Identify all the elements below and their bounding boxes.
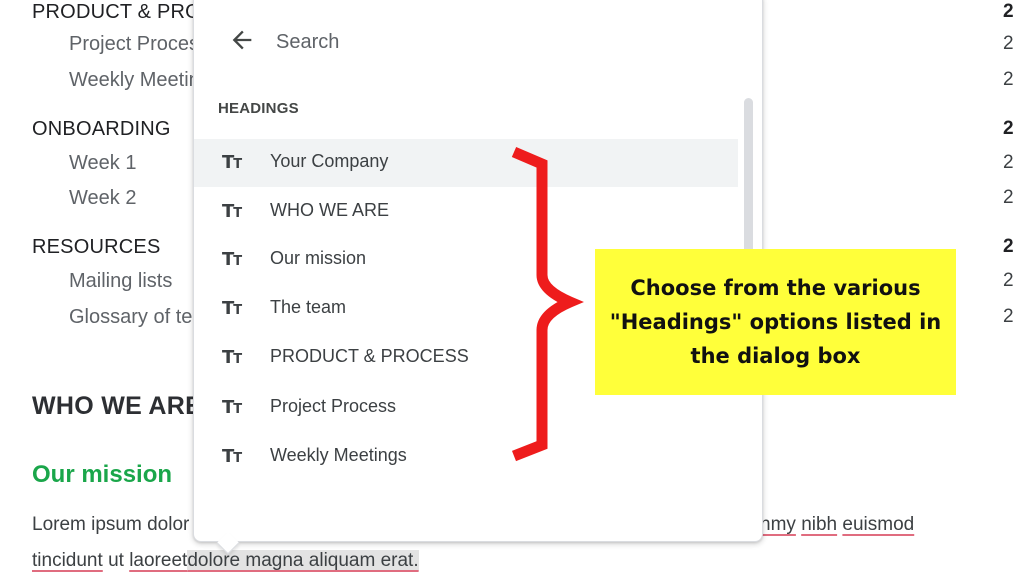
heading-option[interactable]: TT WHO WE ARE — [194, 188, 738, 236]
text-format-icon: TT — [222, 347, 242, 368]
outline-item-page: 2 — [1003, 306, 1014, 327]
heading-option[interactable]: TT Weekly Meetings — [194, 433, 738, 481]
headings-section-label: HEADINGS — [218, 100, 299, 117]
outline-item-page: 2 — [1003, 270, 1014, 291]
outline-item-label: Project Process — [69, 33, 210, 55]
heading-option[interactable]: TT Your Company — [194, 139, 738, 187]
outline-item-page: 2 — [1003, 152, 1014, 173]
heading-option-label: Our mission — [270, 248, 367, 268]
paragraph-line-1-end: nmy nibh euismod — [760, 514, 914, 536]
heading-option-label: Weekly Meetings — [270, 445, 407, 465]
callout-box: Choose from the various "Headings" optio… — [595, 249, 956, 395]
text-format-icon: TT — [222, 152, 242, 173]
text-format-icon: TT — [222, 201, 242, 222]
heading-option-label: WHO WE ARE — [270, 200, 390, 220]
outline-item-page: 2 — [1003, 118, 1014, 139]
search-input[interactable] — [276, 28, 716, 56]
misspelled-word[interactable]: tincidunt — [32, 550, 103, 571]
back-button[interactable] — [226, 26, 258, 58]
arrow-left-icon — [228, 26, 256, 59]
outline-item-label: RESOURCES — [32, 236, 161, 258]
outline-item-page: 2 — [1003, 33, 1014, 54]
heading-option-label: PRODUCT & PROCESS — [270, 346, 469, 366]
outline-item-page: 2 — [1003, 69, 1014, 90]
text-format-icon: TT — [222, 397, 242, 418]
outline-item-label: Week 1 — [69, 152, 137, 174]
selected-text[interactable]: dolore magna aliquam erat. — [187, 550, 419, 571]
document-heading: WHO WE ARE — [32, 392, 203, 420]
text-format-icon: TT — [222, 249, 242, 270]
heading-option-label: Project Process — [270, 396, 397, 416]
outline-item-label: Mailing lists — [69, 270, 173, 292]
outline-item-page: 2 — [1003, 236, 1014, 257]
misspelled-word[interactable]: nmy — [760, 514, 796, 535]
paragraph-word: ut — [108, 550, 124, 571]
misspelled-word[interactable]: euismod — [842, 514, 914, 535]
outline-item-page: 2 — [1003, 1, 1014, 22]
outline-item-page: 2 — [1003, 187, 1014, 208]
paragraph-line-2: tincidunt ut laoreetdolore magna aliquam… — [32, 550, 419, 572]
outline-item-label: ONBOARDING — [32, 118, 171, 140]
text-format-icon: TT — [222, 298, 242, 319]
heading-option-label: The team — [270, 297, 347, 317]
curly-brace-annotation — [511, 146, 584, 462]
heading-option-label: Your Company — [270, 151, 389, 171]
text-format-icon: TT — [222, 446, 242, 467]
misspelled-word[interactable]: laoreet — [129, 550, 187, 571]
misspelled-word[interactable]: nibh — [801, 514, 837, 535]
scrollbar-thumb[interactable] — [744, 98, 753, 268]
document-subheading: Our mission — [32, 461, 173, 488]
outline-item-label: Week 2 — [69, 187, 137, 209]
